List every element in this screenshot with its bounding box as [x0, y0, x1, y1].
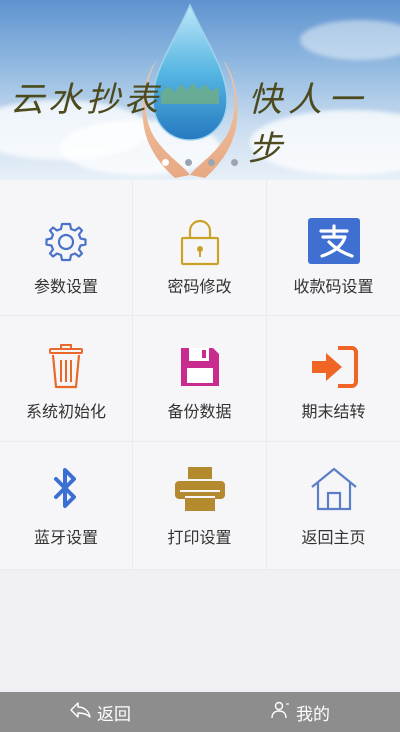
- user-icon: [270, 701, 290, 724]
- menu-item-label: 参数设置: [33, 277, 98, 296]
- back-label: 返回: [97, 704, 131, 725]
- settings-page: 云水抄表 快人一步 参数设置 密码修改 收款码设置 系统初始化 备份数据 期末结…: [0, 0, 400, 732]
- alipay-icon: [307, 218, 360, 264]
- menu-item-label: 期末结转: [301, 402, 366, 421]
- banner-slogan-right: 快人一步: [248, 80, 368, 169]
- menu-item-print-settings[interactable]: 打印设置: [133, 442, 267, 570]
- menu-item-period-end-carryover[interactable]: 期末结转: [267, 316, 400, 442]
- menu-item-label: 密码修改: [167, 277, 232, 296]
- carousel-dot-2[interactable]: [185, 159, 192, 166]
- carousel-dot-3[interactable]: [208, 159, 215, 166]
- back-arrow-icon: [69, 701, 91, 724]
- trash-icon: [42, 343, 90, 391]
- menu-item-backup-data[interactable]: 备份数据: [133, 316, 267, 442]
- gear-icon: [42, 218, 90, 266]
- floppy-disk-icon: [176, 343, 224, 391]
- menu-item-payment-code-settings[interactable]: 收款码设置: [267, 180, 400, 316]
- mine-button[interactable]: 我的: [200, 692, 400, 732]
- bottom-navigation-bar: 返回 我的: [0, 692, 400, 732]
- menu-item-label: 蓝牙设置: [33, 528, 98, 547]
- menu-item-label: 打印设置: [167, 528, 232, 547]
- lock-icon: [176, 218, 224, 266]
- banner-carousel[interactable]: 云水抄表 快人一步: [0, 0, 400, 180]
- menu-item-system-initialization[interactable]: 系统初始化: [0, 316, 133, 442]
- sign-in-arrow-icon: [310, 343, 358, 391]
- carousel-dot-1[interactable]: [162, 159, 169, 166]
- bluetooth-icon: [42, 465, 90, 513]
- menu-item-label: 返回主页: [301, 528, 366, 547]
- menu-item-bluetooth-settings[interactable]: 蓝牙设置: [0, 442, 133, 570]
- menu-item-parameter-settings[interactable]: 参数设置: [0, 180, 133, 316]
- menu-item-label: 系统初始化: [25, 402, 106, 421]
- settings-menu-grid: 参数设置 密码修改 收款码设置 系统初始化 备份数据 期末结转 蓝牙设置 打印设…: [0, 180, 400, 570]
- home-icon: [310, 465, 358, 513]
- back-button[interactable]: 返回: [0, 692, 200, 732]
- carousel-dot-4[interactable]: [231, 159, 238, 166]
- menu-item-return-home[interactable]: 返回主页: [267, 442, 400, 570]
- menu-item-label: 收款码设置: [293, 277, 374, 296]
- menu-item-label: 备份数据: [167, 402, 232, 421]
- banner-slogan-left: 云水抄表: [10, 80, 162, 120]
- menu-item-change-password[interactable]: 密码修改: [133, 180, 267, 316]
- mine-label: 我的: [296, 704, 330, 725]
- carousel-indicator: [0, 159, 400, 166]
- printer-icon: [171, 465, 229, 513]
